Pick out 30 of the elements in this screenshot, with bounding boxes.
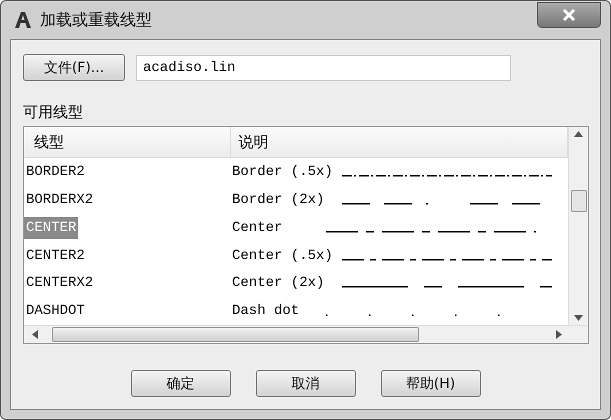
scroll-up-icon[interactable] [574,131,583,137]
file-button[interactable]: 文件(F)... [23,54,125,81]
close-icon [562,9,576,21]
scroll-thumb[interactable] [52,327,419,342]
linetype-description: Center [232,220,284,236]
scroll-left-icon[interactable] [32,330,38,339]
column-header[interactable]: 线型 [24,127,230,158]
linetype-description: Center (.5x) [232,248,334,264]
scroll-right-icon[interactable] [556,330,562,339]
linetype-description: Border (.5x) [232,164,334,180]
dialog-button[interactable]: 确定 [130,370,230,397]
app-logo-icon [14,11,32,29]
window-title: 加载或重载线型 [40,10,153,30]
linetype-name[interactable]: BORDER2 [24,161,87,184]
linetype-name[interactable]: BORDERX2 [24,188,96,211]
list-label: 可用线型 [23,103,84,122]
linetype-name[interactable]: DASHDOT [24,300,87,322]
linetype-description: Dash dot [232,303,300,320]
linetype-name[interactable]: CENTER2 [24,244,87,266]
vertical-scrollbar[interactable] [568,127,588,325]
dialog-button[interactable]: 帮助(H) [380,370,480,397]
linetype-description: Border (2x) [232,192,326,208]
scroll-thumb[interactable] [571,190,587,212]
scroll-down-icon[interactable] [574,315,583,321]
linetype-description: Center (2x) [232,275,326,292]
dialog-button[interactable]: 取消 [256,370,356,397]
linetype-name[interactable]: CENTERX2 [24,272,96,294]
close-button[interactable] [537,2,601,28]
file-name-field[interactable]: acadiso.lin [136,54,511,80]
horizontal-scrollbar[interactable] [24,325,588,343]
